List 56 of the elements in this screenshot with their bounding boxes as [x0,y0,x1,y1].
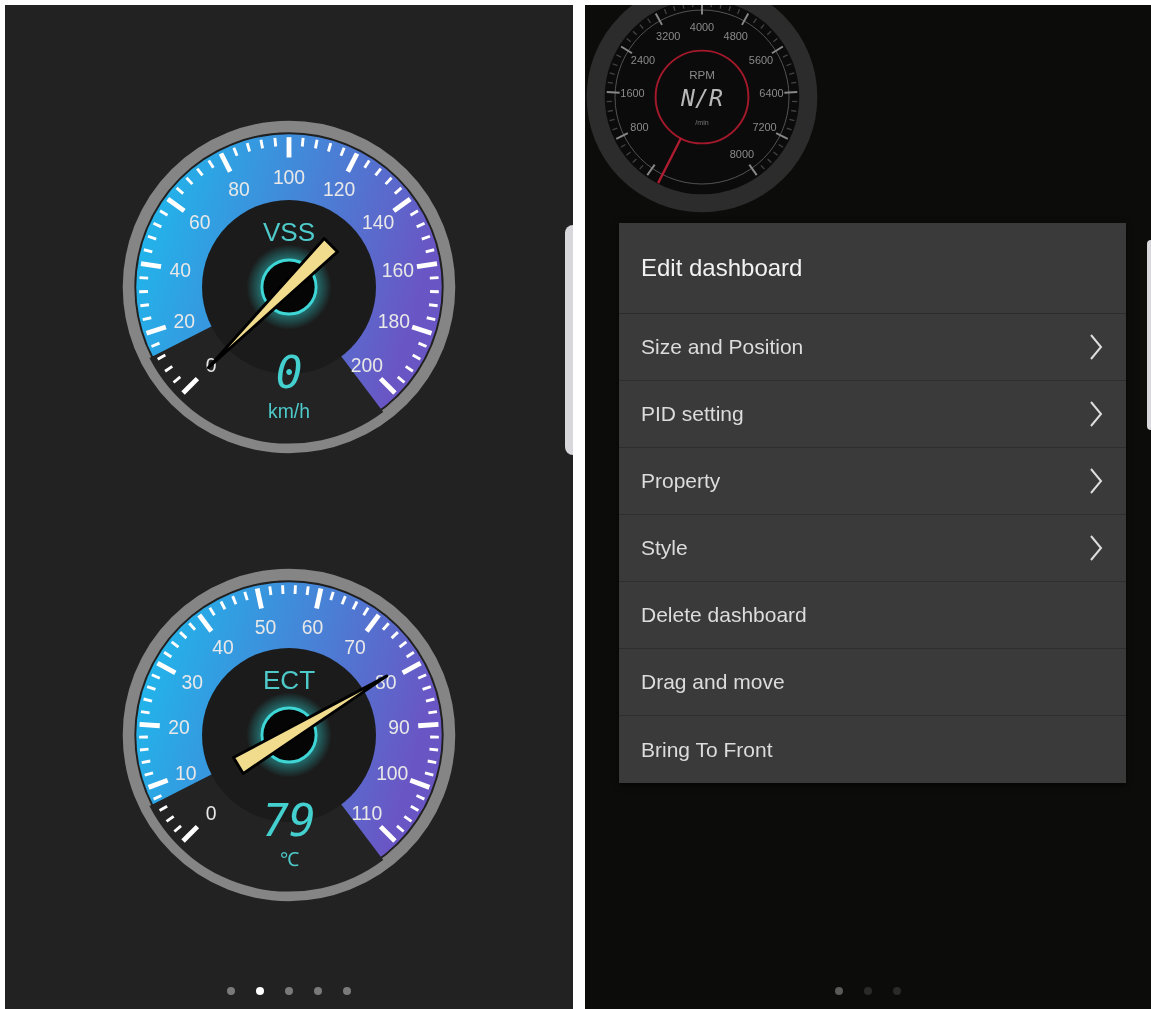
menu-item[interactable]: Property [619,448,1126,515]
gauge-title: VSS [262,216,316,247]
scale-label: 8000 [729,147,755,160]
scale-label: 180 [377,310,410,332]
needle [657,137,682,184]
page-indicator-dot[interactable] [864,987,872,995]
scale-label: 1600 [620,87,645,100]
scale-label: 70 [344,636,366,658]
scale-label: 2400 [630,54,656,66]
gauge-reading: 0 [275,346,303,398]
scale-label: 60 [189,212,211,233]
scale-label: 90 [388,716,410,738]
scale-label: 3200 [656,30,681,42]
scale-label: 100 [272,166,306,188]
menu-item[interactable]: Size and Position [619,314,1126,381]
scale-label: 40 [169,259,191,281]
page-indicator-dot[interactable] [835,987,843,995]
scale-label: 100 [376,763,409,785]
page-indicator-dot[interactable] [227,987,235,995]
scale-label: 160 [381,259,414,281]
page-indicator-dot[interactable] [285,987,293,995]
menu-item[interactable]: Bring To Front [619,716,1126,783]
scale-label: 40 [212,636,234,658]
scale-label: 7200 [752,121,777,134]
scale-label: 5600 [748,54,774,66]
scale-label: 4000 [689,21,715,34]
scale-label: 30 [181,671,204,693]
page-indicator-dot[interactable] [256,987,264,995]
scale-label: 60 [301,617,324,639]
menu-title: Edit dashboard [619,223,1126,314]
page-indicator-dot[interactable] [893,987,901,995]
menu-item[interactable]: PID setting [619,381,1126,448]
scale-label: 0 [205,802,217,824]
menu-item[interactable]: Delete dashboard [619,582,1126,649]
scale-label: 80 [228,178,250,200]
page-indicator-dot[interactable] [343,987,351,995]
scale-label: 20 [168,716,190,738]
scale-label: 10 [175,763,197,785]
scale-label: 6400 [759,87,784,100]
scale-label: 120 [322,178,356,200]
scale-label: 50 [254,617,277,639]
scale-label: 140 [362,212,395,233]
gauge-title: ECT [262,664,316,695]
gauge-unit: ℃ [279,849,299,871]
gauge-unit: km/h [268,401,310,423]
menu-item[interactable]: Style [619,515,1126,582]
page-indicator-dot[interactable] [314,987,322,995]
gauge-reading: N/R [681,84,723,111]
scale-label: 200 [350,354,384,376]
scale-label: 110 [351,802,383,824]
menu-item[interactable]: Drag and move [619,649,1126,716]
gauge-reading: 79 [262,794,316,846]
scale-label: 20 [173,310,195,332]
scale-label: 800 [630,121,649,134]
scale-label: 4800 [723,30,748,42]
gauge-title: RPM [689,67,715,81]
